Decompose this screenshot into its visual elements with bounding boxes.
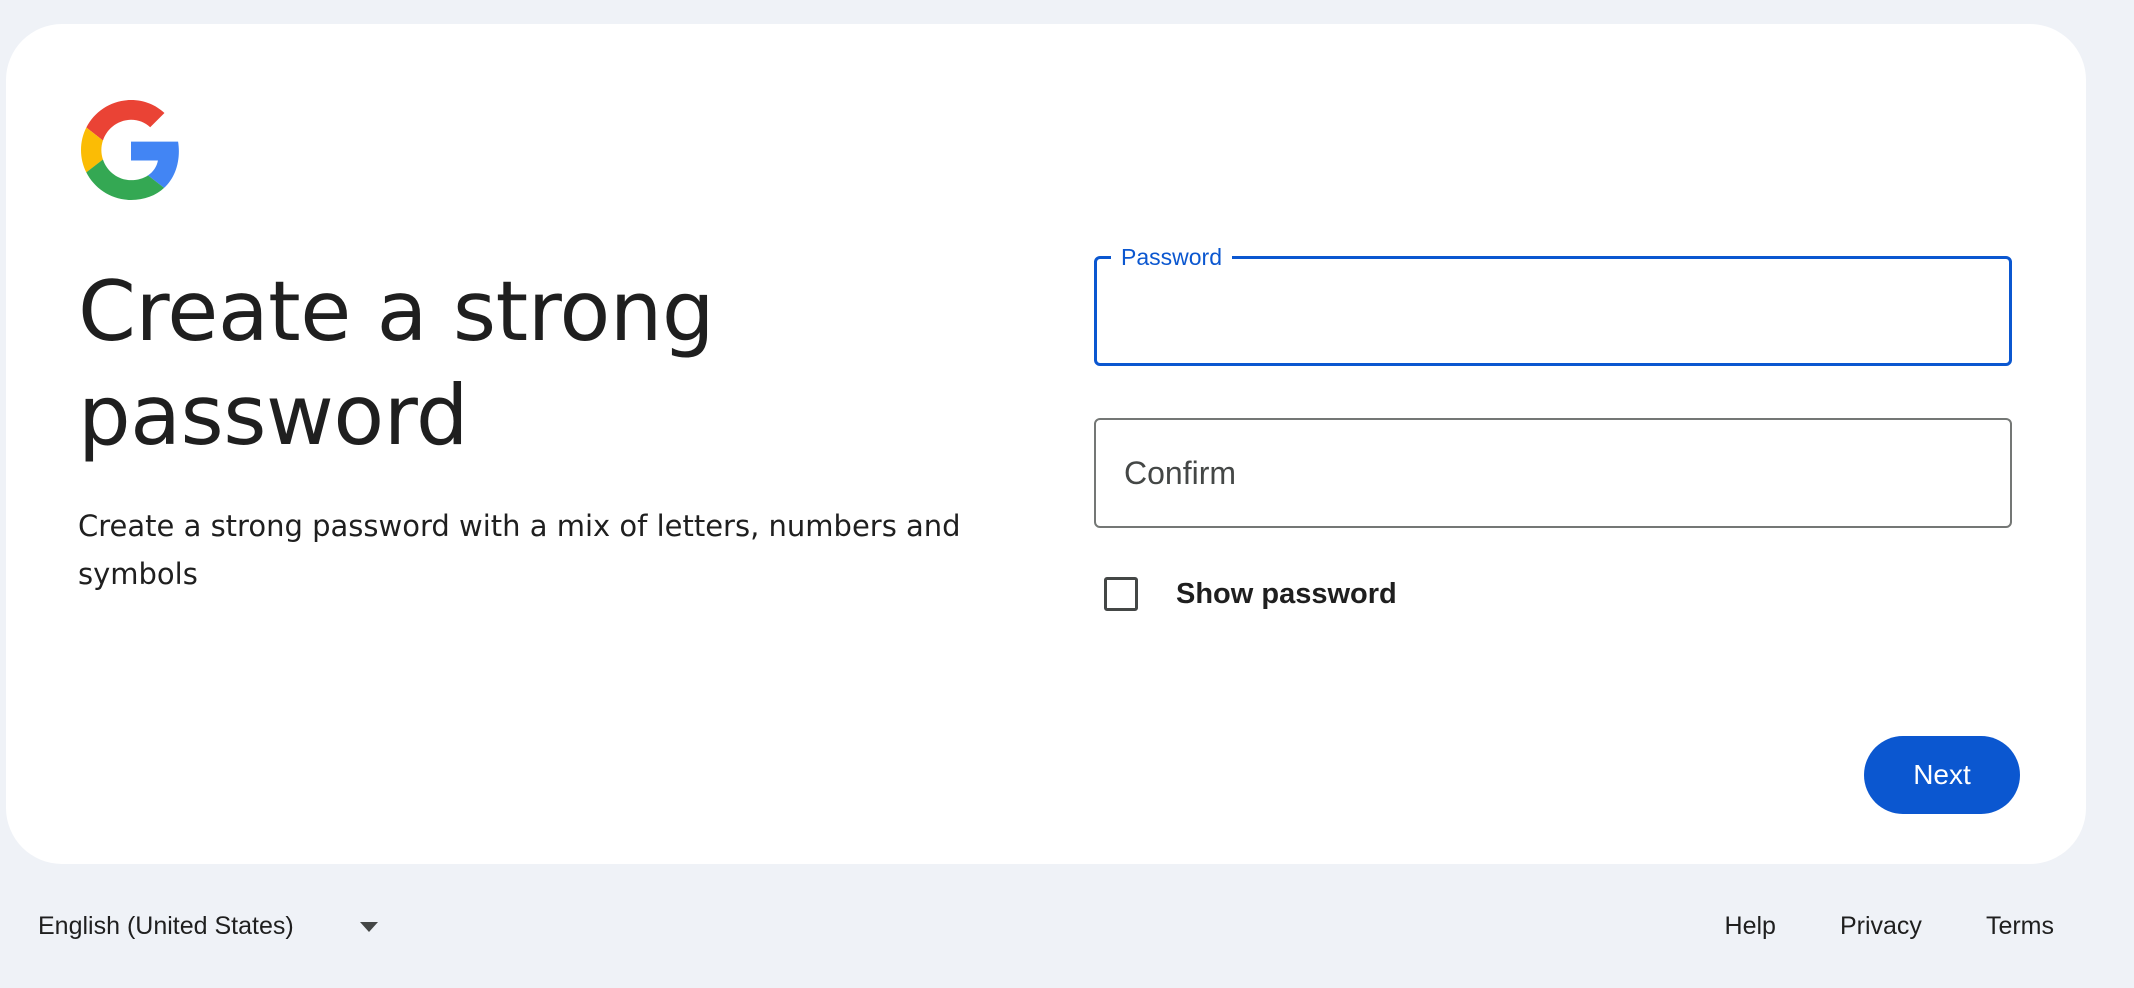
show-password-row[interactable]: Show password <box>1104 574 1397 614</box>
show-password-label[interactable]: Show password <box>1176 578 1397 611</box>
language-selector[interactable]: English (United States) <box>38 912 378 941</box>
show-password-checkbox[interactable] <box>1104 577 1138 611</box>
page-subtitle: Create a strong password with a mix of l… <box>78 509 961 591</box>
page-title: Create a strong password <box>78 263 715 464</box>
language-selector-label: English (United States) <box>38 912 294 940</box>
confirm-password-input[interactable] <box>1096 420 2010 526</box>
signup-card: Create a strong password Create a strong… <box>6 24 2086 864</box>
privacy-link[interactable]: Privacy <box>1840 912 1922 941</box>
footer-links: Help Privacy Terms <box>1661 912 2054 941</box>
password-field[interactable]: Password <box>1094 243 2012 366</box>
next-button[interactable]: Next <box>1864 736 2020 814</box>
confirm-password-field[interactable] <box>1094 418 2012 528</box>
dropdown-arrow-icon <box>359 921 378 932</box>
google-g-logo-icon <box>81 100 179 200</box>
help-link[interactable]: Help <box>1725 912 1776 941</box>
terms-link[interactable]: Terms <box>1986 912 2054 941</box>
password-input[interactable] <box>1097 259 2009 363</box>
footer: English (United States) Help Privacy Ter… <box>0 900 2134 956</box>
